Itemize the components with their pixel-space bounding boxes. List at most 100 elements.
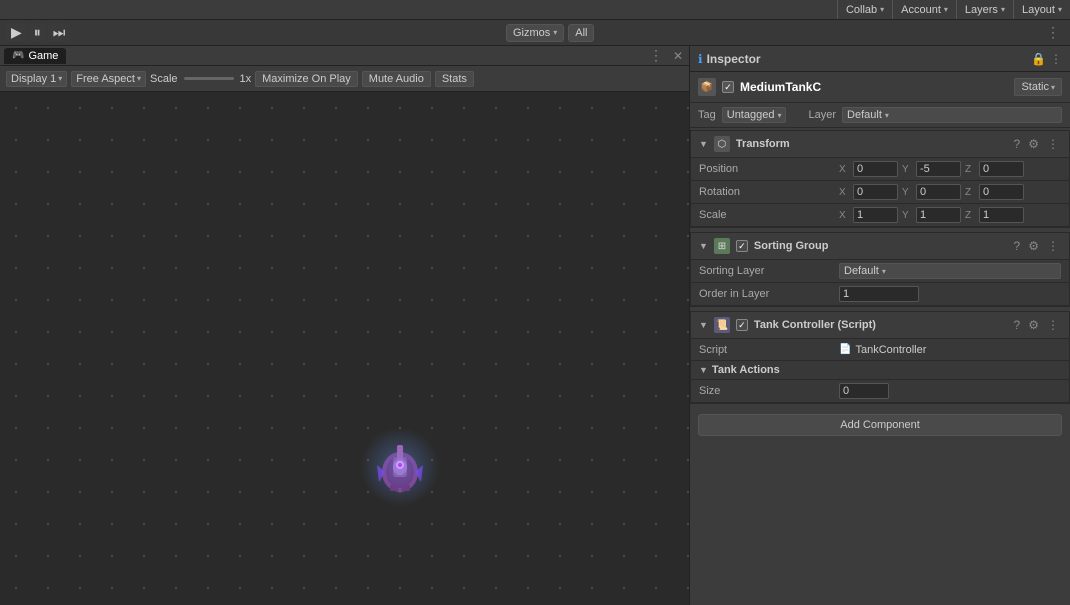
scale-y-group: Y (902, 207, 961, 223)
collab-chevron-icon: ▾ (880, 5, 884, 14)
layer-label: Layer (808, 109, 836, 121)
play-button[interactable]: ▶ (6, 23, 27, 42)
scale-z-axis-label: Z (965, 210, 977, 221)
rot-x-input[interactable] (853, 184, 898, 200)
scale-x-group: X (839, 207, 898, 223)
game-panel-close-icon[interactable]: ✕ (671, 49, 685, 63)
tank-ctrl-help-icon[interactable]: ? (1012, 318, 1023, 332)
object-name: MediumTankC (740, 80, 1008, 94)
display-chevron-icon: ▾ (58, 74, 62, 83)
rotation-row: Rotation X Y Z (691, 181, 1069, 204)
scale-slider[interactable] (184, 77, 234, 80)
sorting-help-icon[interactable]: ? (1012, 239, 1023, 253)
static-button[interactable]: Static ▾ (1014, 78, 1062, 96)
layers-button[interactable]: Layers ▾ (956, 0, 1013, 19)
pos-z-group: Z (965, 161, 1024, 177)
tank-sprite (370, 432, 430, 502)
sorting-group-header[interactable]: ▼ ⊞ ✓ Sorting Group ? ⚙ ⋮ (691, 233, 1069, 260)
game-viewport (0, 92, 689, 605)
all-button[interactable]: All (568, 24, 594, 42)
rot-z-input[interactable] (979, 184, 1024, 200)
sorting-settings-icon[interactable]: ⚙ (1026, 239, 1041, 253)
sorting-fold-icon: ▼ (699, 241, 708, 251)
gizmos-button[interactable]: Gizmos ▾ (506, 24, 564, 42)
game-panel-menu-icon[interactable]: ⋮ (645, 47, 667, 64)
scale-z-input[interactable] (979, 207, 1024, 223)
scale-values: X Y Z (839, 207, 1061, 223)
tank-ctrl-more-icon[interactable]: ⋮ (1045, 318, 1061, 332)
collab-button[interactable]: Collab ▾ (837, 0, 892, 19)
transform-header[interactable]: ▼ ⬡ Transform ? ⚙ ⋮ (691, 131, 1069, 158)
tag-select[interactable]: Untagged ▾ (722, 107, 787, 123)
toolbar-row: ▶ ⏸ ⏭ Gizmos ▾ All ⋮ (0, 20, 1070, 46)
rot-x-axis-label: X (839, 187, 851, 198)
transform-actions: ? ⚙ ⋮ (1012, 137, 1061, 151)
toolbar-menu-icon[interactable]: ⋮ (1042, 24, 1064, 41)
account-chevron-icon: ▾ (944, 5, 948, 14)
tank-controller-header[interactable]: ▼ 📜 ✓ Tank Controller (Script) ? ⚙ ⋮ (691, 312, 1069, 339)
transform-settings-icon[interactable]: ⚙ (1026, 137, 1041, 151)
game-tab-bar: 🎮 Game ⋮ ✕ (0, 46, 689, 66)
rot-y-axis-label: Y (902, 187, 914, 198)
game-toolbar: Display 1 ▾ Free Aspect ▾ Scale 1x Maxim… (0, 66, 689, 92)
transform-component: ▼ ⬡ Transform ? ⚙ ⋮ Position X (690, 130, 1070, 228)
add-component-button[interactable]: Add Component (698, 414, 1062, 436)
aspect-select[interactable]: Free Aspect ▾ (71, 71, 146, 87)
size-input[interactable] (839, 383, 889, 399)
tank-ctrl-name: Tank Controller (Script) (754, 319, 1006, 331)
stats-button[interactable]: Stats (435, 71, 474, 87)
mute-button[interactable]: Mute Audio (362, 71, 431, 87)
rot-x-group: X (839, 184, 898, 200)
object-header: 📦 ✓ MediumTankC Static ▾ (690, 72, 1070, 103)
order-in-layer-input[interactable] (839, 286, 919, 302)
sorting-icon: ⊞ (714, 238, 730, 254)
sorting-layer-select[interactable]: Default ▾ (839, 263, 1061, 279)
scale-y-input[interactable] (916, 207, 961, 223)
game-tab[interactable]: 🎮 Game (4, 48, 66, 64)
layer-chevron-icon: ▾ (885, 111, 889, 120)
sorting-name: Sorting Group (754, 240, 1006, 252)
scale-y-axis-label: Y (902, 210, 914, 221)
pos-x-input[interactable] (853, 161, 898, 177)
step-button[interactable]: ⏭ (48, 23, 71, 42)
inspector-lock-icon[interactable]: 🔒 (1031, 52, 1046, 66)
pos-y-axis-label: Y (902, 164, 914, 175)
tag-chevron-icon: ▾ (777, 111, 781, 120)
tank-actions-header[interactable]: ▼ Tank Actions (691, 361, 1069, 380)
account-button[interactable]: Account ▾ (892, 0, 956, 19)
scale-x-input[interactable] (853, 207, 898, 223)
pos-z-axis-label: Z (965, 164, 977, 175)
pos-y-input[interactable] (916, 161, 961, 177)
inspector-menu-icon[interactable]: ⋮ (1050, 52, 1062, 66)
position-row: Position X Y Z (691, 158, 1069, 181)
main-layout: 🎮 Game ⋮ ✕ Display 1 ▾ Free Aspect ▾ Sca… (0, 46, 1070, 605)
scale-x-axis-label: X (839, 210, 851, 221)
pos-y-group: Y (902, 161, 961, 177)
sorting-checkbox[interactable]: ✓ (736, 240, 748, 252)
order-in-layer-label: Order in Layer (699, 288, 839, 300)
add-component-row: Add Component (690, 406, 1070, 444)
object-active-checkbox[interactable]: ✓ (722, 81, 734, 93)
sorting-layer-chevron-icon: ▾ (882, 267, 886, 276)
transform-more-icon[interactable]: ⋮ (1045, 137, 1061, 151)
scale-z-group: Z (965, 207, 1024, 223)
tank-ctrl-checkbox[interactable]: ✓ (736, 319, 748, 331)
maximize-button[interactable]: Maximize On Play (255, 71, 358, 87)
object-icon: 📦 (698, 78, 716, 96)
display-select[interactable]: Display 1 ▾ (6, 71, 67, 87)
tank-glow (360, 427, 440, 507)
game-panel: 🎮 Game ⋮ ✕ Display 1 ▾ Free Aspect ▾ Sca… (0, 46, 690, 605)
tank-ctrl-settings-icon[interactable]: ⚙ (1026, 318, 1041, 332)
transform-help-icon[interactable]: ? (1012, 137, 1023, 151)
tank-actions-fold-icon: ▼ (699, 365, 708, 375)
sorting-layer-label: Sorting Layer (699, 265, 839, 277)
pos-x-axis-label: X (839, 164, 851, 175)
pos-z-input[interactable] (979, 161, 1024, 177)
layer-select[interactable]: Default ▾ (842, 107, 1062, 123)
pause-button[interactable]: ⏸ (29, 23, 46, 42)
sorting-more-icon[interactable]: ⋮ (1045, 239, 1061, 253)
rot-y-input[interactable] (916, 184, 961, 200)
layout-button[interactable]: Layout ▾ (1013, 0, 1070, 19)
rotation-label: Rotation (699, 186, 839, 198)
scale-row: Scale X Y Z (691, 204, 1069, 227)
